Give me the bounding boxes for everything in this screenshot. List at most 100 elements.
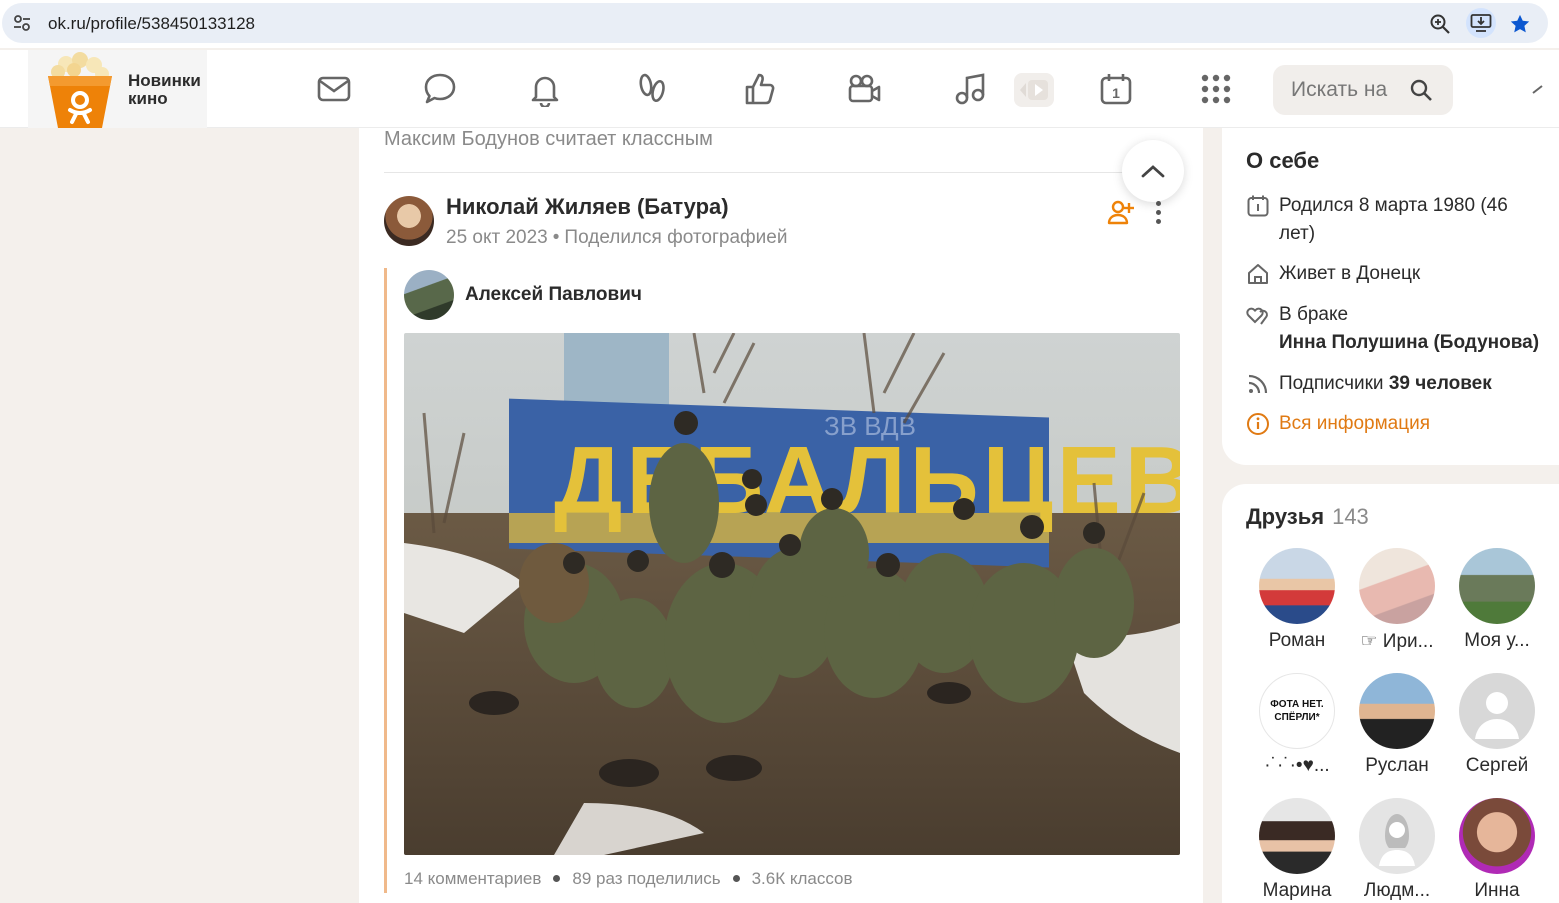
friend-item[interactable]: Моя у... — [1452, 548, 1542, 652]
home-icon — [1248, 264, 1268, 284]
url-text[interactable]: ok.ru/profile/538450133128 — [48, 14, 255, 34]
address-bar[interactable]: ok.ru/profile/538450133128 — [2, 3, 1548, 43]
lives-text[interactable]: Живет в Донецк — [1279, 260, 1549, 288]
married-text: В браке Инна Полушина (Бодунова) — [1279, 301, 1549, 357]
friend-avatar[interactable]: ФОТА НЕТ. СПЁРЛИ* — [1259, 673, 1335, 749]
rss-icon — [1248, 374, 1268, 394]
add-friend-icon[interactable] — [1107, 198, 1135, 226]
calendar-icon[interactable]: 1 — [1097, 70, 1135, 108]
friend-name[interactable]: Людм... — [1352, 880, 1442, 902]
guests-icon[interactable] — [633, 70, 671, 108]
mail-icon[interactable] — [315, 70, 353, 108]
friends-title-label[interactable]: Друзья — [1246, 504, 1324, 529]
comments-count[interactable]: 14 комментариев — [404, 869, 541, 888]
promo-banner[interactable]: Новинки кино — [28, 50, 207, 128]
browser-toolbar: ok.ru/profile/538450133128 — [0, 0, 1559, 48]
friend-avatar[interactable] — [1459, 548, 1535, 624]
author-avatar[interactable] — [384, 196, 434, 246]
search-input[interactable]: Искать на — [1273, 65, 1453, 115]
friend-avatar[interactable] — [1459, 798, 1535, 874]
video-icon[interactable] — [1014, 73, 1054, 107]
author-name[interactable]: Николай Жиляев (Батура) — [446, 194, 729, 220]
liked-by-text: Максим Бодунов считает классным — [384, 128, 713, 150]
friend-item[interactable]: Людм... — [1352, 798, 1442, 902]
calendar-small-icon — [1247, 195, 1269, 217]
friend-item[interactable]: Сергей — [1452, 673, 1542, 777]
hearts-icon — [1246, 307, 1268, 325]
photo-graffiti-text: ЗВ ВДВ — [824, 411, 916, 441]
friend-item[interactable]: Руслан — [1352, 673, 1442, 777]
birth-text: Родился 8 марта 1980 (46 лет) — [1279, 195, 1508, 244]
default-female-avatar-icon — [1379, 814, 1415, 866]
site-header: Новинки кино 1 Искать на — [0, 50, 1559, 128]
friend-name[interactable]: Марина — [1252, 880, 1342, 902]
zoom-icon[interactable] — [1428, 12, 1452, 36]
followers-text[interactable]: Подписчики 39 человек — [1279, 370, 1549, 398]
music-icon[interactable] — [951, 70, 989, 108]
promo-label[interactable]: Новинки кино — [128, 72, 208, 108]
pencil-icon[interactable] — [1532, 84, 1544, 94]
all-info-link[interactable]: Вся информация — [1279, 410, 1549, 438]
repost-author-avatar[interactable] — [404, 270, 454, 320]
friend-name[interactable]: Сергей — [1452, 755, 1542, 777]
chat-icon[interactable] — [421, 70, 459, 108]
post-photo-image: ДЕБАЛЬЦЕВО ЗВ ВДВ — [404, 333, 1180, 855]
feed-card: Максим Бодунов считает классным Николай … — [359, 128, 1203, 903]
friend-item[interactable]: Инна — [1452, 798, 1542, 902]
default-avatar-icon — [1475, 692, 1519, 739]
friends-count: 143 — [1332, 504, 1369, 529]
friend-item[interactable]: Марина — [1252, 798, 1342, 902]
followers-label: Подписчики — [1279, 373, 1384, 394]
apps-icon[interactable] — [1197, 70, 1235, 108]
friend-avatar[interactable] — [1359, 548, 1435, 624]
friends-panel: Друзья 143 Роман ☞ Ири... Моя у... ФОТА Н… — [1222, 484, 1559, 903]
repost-author-name[interactable]: Алексей Павлович — [465, 284, 642, 306]
stats-separator — [732, 875, 740, 883]
meta-dot: • — [552, 227, 560, 248]
avatar-caption: ФОТА НЕТ. СПЁРЛИ* — [1270, 699, 1324, 723]
more-options-icon[interactable] — [1146, 198, 1170, 226]
bell-icon[interactable] — [526, 70, 564, 108]
friend-avatar[interactable] — [1259, 548, 1335, 624]
friend-item[interactable]: ФОТА НЕТ. СПЁРЛИ* ·˙·˙·•♥... — [1252, 673, 1342, 777]
friend-avatar[interactable] — [1259, 798, 1335, 874]
friend-avatar[interactable] — [1359, 673, 1435, 749]
scroll-up-button[interactable] — [1122, 140, 1184, 202]
friend-name[interactable]: Инна — [1452, 880, 1542, 902]
post-photo[interactable]: ДЕБАЛЬЦЕВО ЗВ ВДВ — [404, 333, 1180, 855]
friend-name[interactable]: Руслан — [1352, 755, 1442, 777]
post-date[interactable]: 25 окт 2023 — [446, 227, 548, 248]
install-app-icon[interactable] — [1466, 8, 1496, 38]
reposted-content: Алексей Павлович ДЕБАЛЬЦЕВО ЗВ ВДВ — [384, 268, 1180, 893]
post-action: Поделился фотографией — [564, 227, 788, 248]
spouse-name[interactable]: Инна Полушина (Бодунова) — [1279, 332, 1539, 353]
friend-name[interactable]: ·˙·˙·•♥... — [1252, 755, 1342, 777]
friend-item[interactable]: ☞ Ири... — [1352, 548, 1442, 653]
married-label: В браке — [1279, 304, 1349, 325]
post-stats: 14 комментариев 89 раз поделились 3.6К кла… — [404, 869, 853, 889]
calendar-day: 1 — [1112, 85, 1120, 101]
friend-name[interactable]: Роман — [1252, 630, 1342, 652]
bookmark-star-icon[interactable] — [1508, 12, 1532, 36]
followers-count[interactable]: 39 человек — [1389, 373, 1492, 394]
divider — [384, 172, 1178, 173]
friends-title[interactable]: Друзья 143 — [1246, 504, 1369, 530]
stats-separator — [553, 875, 561, 883]
shares-count[interactable]: 89 раз поделились — [572, 869, 720, 888]
search-placeholder: Искать на — [1291, 78, 1388, 101]
likes-count[interactable]: 3.6К классов — [752, 869, 853, 888]
post-meta: 25 окт 2023 • Поделился фотографией — [446, 227, 787, 249]
search-icon[interactable] — [1409, 78, 1433, 102]
friend-name[interactable]: ☞ Ири... — [1352, 630, 1442, 653]
popcorn-ok-logo-icon — [48, 52, 112, 128]
camera-icon[interactable] — [845, 70, 883, 108]
chevron-up-icon — [1141, 165, 1165, 178]
friend-avatar[interactable] — [1359, 798, 1435, 874]
friend-item[interactable]: Роман — [1252, 548, 1342, 652]
friend-avatar[interactable] — [1459, 673, 1535, 749]
photo-sign-text: ДЕБАЛЬЦЕВО — [554, 427, 1180, 534]
about-title: О себе — [1246, 148, 1320, 173]
friend-name[interactable]: Моя у... — [1452, 630, 1542, 652]
tune-icon[interactable] — [12, 13, 32, 33]
like-icon[interactable] — [740, 70, 778, 108]
